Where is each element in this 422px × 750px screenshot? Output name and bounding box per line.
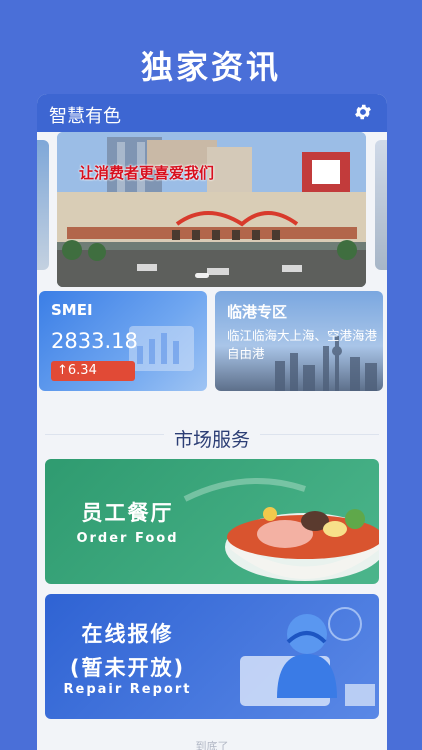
banner-prev-peek[interactable] bbox=[37, 140, 49, 270]
banner-slogan: 让消费者更喜爱我们 bbox=[79, 164, 215, 182]
app-header: 智慧有色 bbox=[37, 94, 387, 132]
lingang-card[interactable]: 临港专区 临江临海大上海、空港海港自由港 bbox=[215, 291, 383, 391]
banner-image bbox=[57, 132, 366, 287]
hero-title: 独家资讯 bbox=[140, 48, 281, 86]
lingang-title: 临港专区 bbox=[227, 303, 288, 321]
repair-subtitle: Repair Report bbox=[63, 682, 192, 697]
app-screen: 智慧有色 让消费者更喜爱我们 SMEI 2833.18 ↑6.34 临港专区 临… bbox=[37, 94, 387, 750]
repair-report-button[interactable]: 在线报修 (暂未开放) Repair Report bbox=[45, 594, 379, 719]
section-title: 市场服务 bbox=[37, 425, 387, 452]
smei-card[interactable]: SMEI 2833.18 ↑6.34 bbox=[39, 291, 207, 391]
app-name: 智慧有色 bbox=[49, 106, 121, 127]
order-food-button[interactable]: 员工餐厅 Order Food bbox=[45, 459, 379, 584]
banner-carousel[interactable]: 让消费者更喜爱我们 bbox=[57, 132, 366, 287]
smei-title: SMEI bbox=[51, 301, 93, 319]
repair-status: (暂未开放) bbox=[69, 656, 186, 680]
order-food-title: 员工餐厅 bbox=[81, 501, 174, 525]
smei-value: 2833.18 bbox=[51, 329, 138, 353]
lingang-description: 临江临海大上海、空港海港自由港 bbox=[227, 328, 378, 361]
repair-title: 在线报修 bbox=[81, 622, 174, 646]
gear-icon[interactable] bbox=[353, 102, 373, 122]
smei-change-badge: ↑6.34 bbox=[51, 361, 135, 381]
arrow-up-icon: ↑ bbox=[57, 363, 68, 378]
section-title-text: 市场服务 bbox=[163, 429, 260, 451]
order-food-subtitle: Order Food bbox=[76, 531, 179, 546]
banner-next-peek[interactable] bbox=[375, 140, 387, 270]
carousel-indicator bbox=[195, 273, 209, 278]
smei-change: 6.34 bbox=[67, 363, 97, 378]
footer-text: 到底了 bbox=[195, 740, 229, 750]
